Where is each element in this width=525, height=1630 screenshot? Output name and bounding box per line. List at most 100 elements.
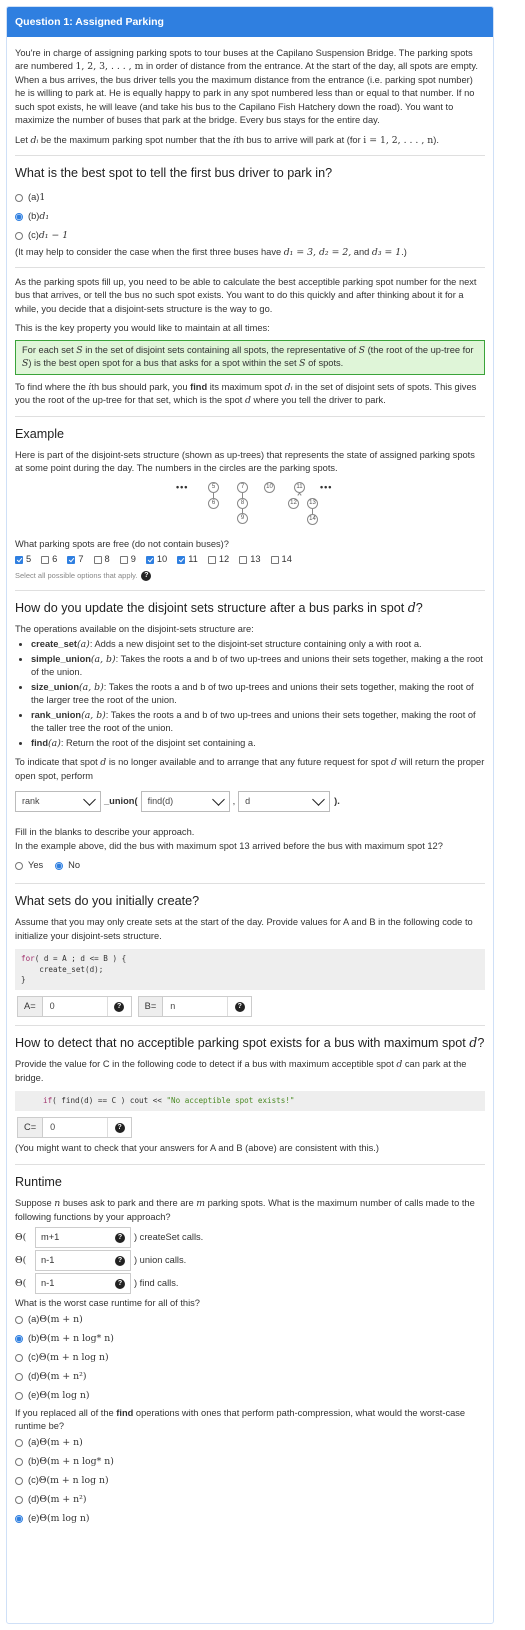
- checkbox-icon[interactable]: [239, 556, 248, 565]
- checkbox-icon[interactable]: [93, 556, 102, 565]
- help-icon[interactable]: ?: [115, 1232, 125, 1243]
- ops-list: create_set(a): Adds a new disjoint set t…: [31, 638, 485, 750]
- ellipsis-left: •••: [176, 481, 189, 492]
- select-help: Select all possible options that apply.?: [15, 571, 485, 582]
- order-no[interactable]: No: [55, 856, 80, 875]
- comma-separator: ,: [232, 795, 236, 806]
- q1-option-c[interactable]: (c) d₁ − 1: [15, 227, 485, 246]
- radio-icon[interactable]: [15, 861, 23, 870]
- free-spots-question: What parking spots are free (do not cont…: [15, 538, 229, 549]
- radio-icon[interactable]: [15, 1477, 23, 1486]
- divider: [15, 267, 485, 268]
- checkbox-checked-icon[interactable]: [67, 556, 76, 565]
- union-label: _union(: [104, 795, 138, 806]
- radio-icon[interactable]: [15, 194, 23, 203]
- checkbox-checked-icon[interactable]: [15, 556, 23, 565]
- free-spots-checkboxes: 5 6 7 8 9 10 11 12 13 14: [15, 553, 485, 566]
- path-compression-question: If you replaced all of the find operatio…: [15, 1407, 466, 1432]
- checkbox-icon[interactable]: [270, 556, 279, 565]
- radio-selected-icon[interactable]: [55, 861, 64, 870]
- order-question: In the example above, did the bus with m…: [15, 840, 443, 851]
- help-icon[interactable]: ?: [115, 1255, 125, 1266]
- ops-intro: The operations available on the disjoint…: [15, 624, 254, 634]
- checkbox-icon[interactable]: [41, 556, 50, 565]
- radio-icon[interactable]: [15, 1439, 23, 1448]
- radio-icon[interactable]: [15, 1316, 23, 1325]
- op-find: find(a): Return the root of the disjoint…: [31, 737, 485, 750]
- checkbox-13[interactable]: 13: [239, 553, 261, 566]
- b-field[interactable]: B= n?: [137, 996, 253, 1018]
- checkbox-6[interactable]: 6: [41, 553, 57, 566]
- union-count-row: Θ(n-1?) union calls.: [15, 1249, 485, 1272]
- c-field[interactable]: C= 0?: [17, 1117, 133, 1139]
- edge: [299, 492, 302, 496]
- key-property-box: For each set S in the set of disjoint se…: [15, 339, 485, 375]
- help-icon[interactable]: ?: [115, 1278, 125, 1289]
- chevron-down-icon: [312, 793, 326, 807]
- checkbox-icon[interactable]: [119, 556, 128, 565]
- pc-option-e[interactable]: (e) Θ(m log n): [15, 1510, 485, 1529]
- key-property-intro: This is the key property you would like …: [15, 323, 270, 334]
- node-14: 14: [307, 513, 318, 525]
- worst-option-e[interactable]: (e) Θ(m log n): [15, 1387, 485, 1406]
- b-input[interactable]: n: [163, 1000, 227, 1013]
- createset-count-row: Θ(m+1?) createSet calls.: [15, 1226, 485, 1249]
- union-arg1-select[interactable]: find(d): [140, 791, 230, 813]
- createset-count-input[interactable]: m+1?: [35, 1227, 131, 1249]
- q1-option-a[interactable]: (a) 1: [15, 189, 485, 208]
- union-count-input[interactable]: n-1?: [35, 1250, 131, 1272]
- c-input[interactable]: 0: [43, 1121, 107, 1134]
- radio-icon[interactable]: [15, 232, 23, 241]
- a-input[interactable]: 0: [43, 1000, 107, 1013]
- order-options: Yes No: [15, 856, 485, 875]
- path-compression-options: (a) Θ(m + n) (b) Θ(m + n log* n) (c) Θ(m…: [15, 1434, 485, 1529]
- q5-description: Suppose n buses ask to park and there ar…: [15, 1198, 475, 1222]
- detect-code-block: if( find(d) == C ) cout << "No acceptibl…: [15, 1091, 485, 1112]
- ellipsis-right: •••: [320, 481, 333, 492]
- union-arg2-select[interactable]: d: [238, 791, 331, 813]
- checkbox-7[interactable]: 7: [67, 553, 84, 566]
- radio-selected-icon[interactable]: [15, 1335, 23, 1344]
- c-field-wrap: C= 0?: [17, 1117, 485, 1139]
- find-paragraph: To find where the ith bus should park, y…: [15, 381, 477, 407]
- checkbox-12[interactable]: 12: [207, 553, 229, 566]
- radio-icon[interactable]: [15, 1392, 23, 1401]
- help-icon[interactable]: ?: [114, 1001, 125, 1012]
- pc-option-b[interactable]: (b) Θ(m + n log* n): [15, 1453, 485, 1472]
- checkbox-checked-icon[interactable]: [145, 556, 154, 565]
- checkbox-checked-icon[interactable]: [177, 556, 186, 565]
- radio-selected-icon[interactable]: [15, 1515, 23, 1524]
- radio-icon[interactable]: [15, 1373, 23, 1382]
- help-icon[interactable]: ?: [234, 1001, 245, 1012]
- pc-option-c[interactable]: (c) Θ(m + n log n): [15, 1472, 485, 1491]
- help-icon[interactable]: ?: [141, 571, 152, 582]
- close-paren: ).: [334, 795, 340, 806]
- order-yes[interactable]: Yes: [15, 856, 43, 875]
- q1-title: What is the best spot to tell the first …: [15, 166, 333, 181]
- a-field[interactable]: A= 0?: [17, 996, 132, 1018]
- worst-option-a[interactable]: (a) Θ(m + n): [15, 1311, 485, 1330]
- worst-option-d[interactable]: (d) Θ(m + n²): [15, 1368, 485, 1387]
- pc-option-a[interactable]: (a) Θ(m + n): [15, 1434, 485, 1453]
- union-type-select[interactable]: rank: [15, 791, 101, 813]
- checkbox-8[interactable]: 8: [93, 553, 110, 566]
- checkbox-11[interactable]: 11: [177, 553, 198, 566]
- checkbox-14[interactable]: 14: [270, 553, 292, 566]
- help-icon[interactable]: ?: [114, 1122, 125, 1133]
- example-title: Example: [15, 426, 64, 441]
- q1-option-b[interactable]: (b) d₁: [15, 208, 485, 227]
- worst-option-c[interactable]: (c) Θ(m + n log n): [15, 1349, 485, 1368]
- question-header: Question 1: Assigned Parking: [7, 7, 493, 37]
- find-count-input[interactable]: n-1?: [35, 1273, 131, 1295]
- checkbox-icon[interactable]: [207, 556, 216, 565]
- checkbox-9[interactable]: 9: [119, 553, 136, 566]
- pc-option-d[interactable]: (d) Θ(m + n²): [15, 1491, 485, 1510]
- init-code-block: for( d = A ; d <= B ) { create_set(d); }: [15, 949, 485, 991]
- radio-icon[interactable]: [15, 1458, 23, 1467]
- checkbox-10[interactable]: 10: [145, 553, 167, 566]
- radio-icon[interactable]: [15, 1496, 23, 1505]
- radio-icon[interactable]: [15, 1354, 23, 1363]
- worst-option-b[interactable]: (b) Θ(m + n log* n): [15, 1330, 485, 1349]
- radio-selected-icon[interactable]: [15, 213, 23, 222]
- checkbox-5[interactable]: 5: [15, 553, 31, 566]
